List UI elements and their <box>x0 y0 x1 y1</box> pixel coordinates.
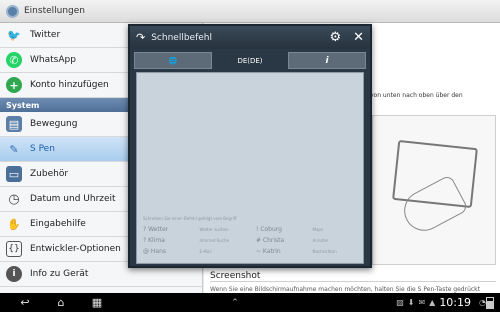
s-pen-icon: ✎ <box>9 142 19 156</box>
info-icon: i <box>325 55 329 66</box>
status-area[interactable]: ▨ ⬇ ✉ ▲ 10:19 ◔ <box>392 296 500 309</box>
sidebar-item-label: Twitter <box>30 30 61 40</box>
screenshot-section-text: Wenn Sie eine Bildschirmaufnahme machen … <box>210 286 481 293</box>
clock-time: 10:19 <box>439 296 472 309</box>
sidebar-item-label: WhatsApp <box>30 55 76 65</box>
recent-apps-icon[interactable]: ▦ <box>86 296 108 309</box>
twitter-icon: 🐦 <box>7 28 21 42</box>
info-icon: i <box>6 266 22 282</box>
battery-icon <box>486 296 494 309</box>
examples-row: Schreiben Sie einen Befehl gefolgt vom B… <box>143 216 237 221</box>
popup-tabs: 🌐 DE(DE) i <box>134 52 366 69</box>
clock-icon: ◷ <box>8 191 20 207</box>
system-navigation-bar: ↩ ⌂ ▦ ⌃ ▨ ⬇ ✉ ▲ 10:19 ◔ <box>0 293 500 312</box>
handwriting-pad[interactable]: Schreiben Sie einen Befehl gefolgt vom B… <box>136 72 364 264</box>
developer-icon: {} <box>6 241 22 257</box>
back-icon[interactable]: ↩ <box>14 296 36 309</box>
language-label[interactable]: DE(DE) <box>212 52 288 69</box>
popup-header: ↷ Schnellbefehl ⚙ ✕ <box>130 26 370 49</box>
add-account-icon: + <box>6 77 22 93</box>
accessory-icon: ▭ <box>6 166 22 182</box>
sidebar-item-label: Info zu Gerät <box>30 269 89 279</box>
sidebar-item-label: Entwickler-Optionen <box>30 244 121 254</box>
s-pen-illustration <box>372 115 496 265</box>
info-button[interactable]: i <box>288 52 366 69</box>
quick-command-popup: ↷ Schnellbefehl ⚙ ✕ 🌐 DE(DE) i Schreiben… <box>128 24 372 268</box>
globe-icon: 🌐 <box>168 56 178 65</box>
examples-row: @ Hans E-Mail ~ Katrin Nachrichten <box>143 248 337 255</box>
examples-row: ? Klima Internet-Suche # Christa Anrufen <box>143 237 329 244</box>
chevron-up-icon[interactable]: ⌃ <box>224 298 246 308</box>
divider <box>210 281 496 282</box>
sidebar-item-label: Bewegung <box>30 119 78 129</box>
sidebar-item-label: Eingabehilfe <box>30 219 86 229</box>
quick-command-icon: ↷ <box>136 31 146 44</box>
settings-icon <box>6 4 19 18</box>
command-examples: Schreiben Sie einen Befehl gefolgt vom B… <box>137 213 363 257</box>
examples-row: ? Wetter Wetter suchen ! Coburg Maps <box>143 226 324 233</box>
wifi-icon: ◔ <box>479 298 486 307</box>
sidebar-item-label: S Pen <box>30 144 55 154</box>
popup-title: Schnellbefehl <box>151 32 212 43</box>
gear-icon[interactable]: ⚙ <box>329 30 341 45</box>
motion-icon: ▤ <box>6 116 22 132</box>
mail-status-icon: ✉ <box>418 298 426 307</box>
sidebar-item-label: Zubehör <box>30 169 69 179</box>
app-title: Einstellungen <box>24 6 86 16</box>
screenshot-status-icon: ▨ <box>396 298 404 307</box>
title-bar: Einstellungen <box>0 0 500 23</box>
hand-icon: ✋ <box>7 217 21 231</box>
whatsapp-icon: ✆ <box>6 52 22 68</box>
warning-status-icon: ▲ <box>429 298 436 307</box>
download-status-icon: ⬇ <box>407 298 415 307</box>
close-icon[interactable]: ✕ <box>353 30 364 45</box>
home-icon[interactable]: ⌂ <box>50 296 72 309</box>
gesture-hint-text: von unten nach oben über den <box>370 92 463 99</box>
screenshot-section-title: Screenshot <box>210 271 261 281</box>
sidebar-item-label: Datum und Uhrzeit <box>30 194 116 204</box>
language-globe-button[interactable]: 🌐 <box>134 52 212 69</box>
sidebar-item-label: Konto hinzufügen <box>30 80 109 90</box>
